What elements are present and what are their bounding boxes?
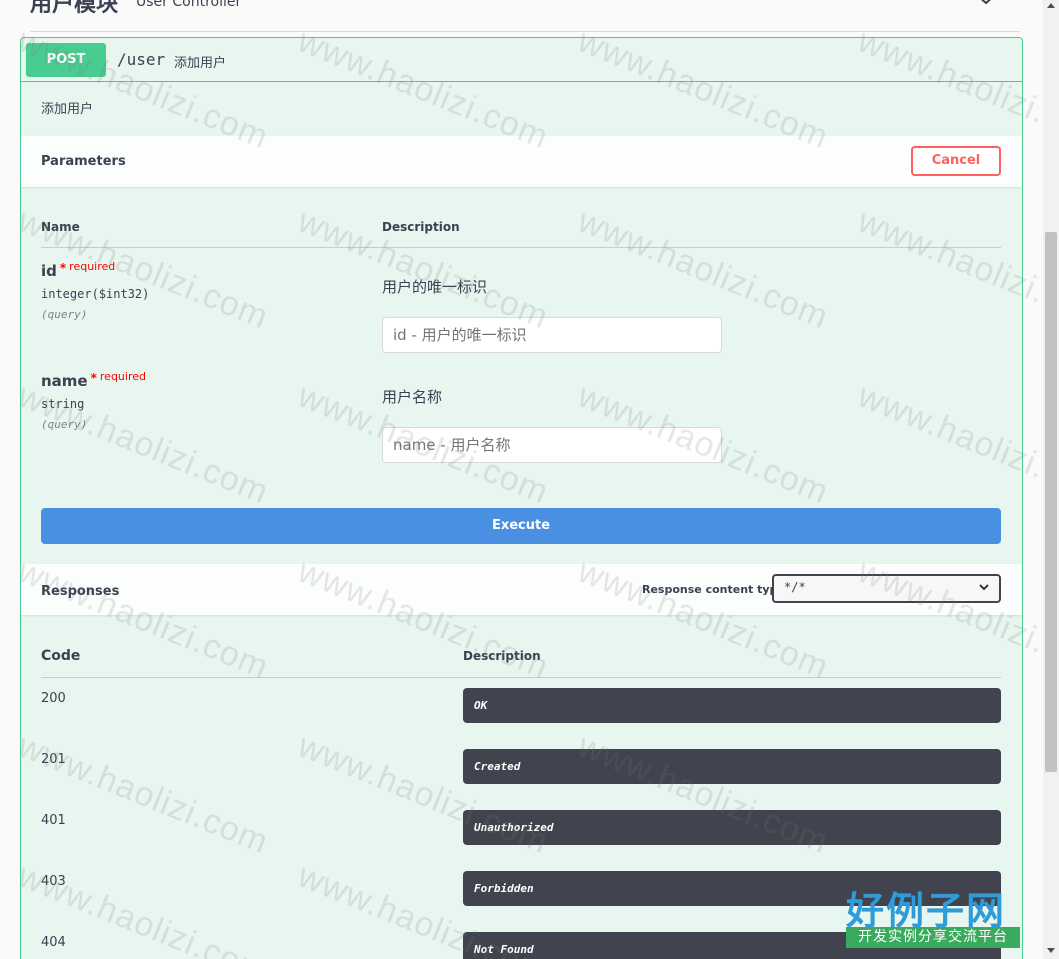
scroll-thumb[interactable] — [1045, 232, 1057, 772]
cancel-button[interactable]: Cancel — [911, 146, 1001, 176]
response-description: Created — [463, 749, 1001, 784]
site-logo: 好例子网 开发实例分享交流平台 — [846, 880, 1020, 950]
param-type-id: integer($int32) — [41, 287, 150, 301]
id-input[interactable] — [382, 317, 722, 353]
param-name-label: name — [41, 372, 88, 390]
response-code: 403 — [41, 874, 66, 889]
param-col-name: Name — [41, 220, 80, 234]
vertical-scrollbar[interactable] — [1043, 0, 1059, 959]
response-description: Unauthorized — [463, 810, 1001, 845]
operation-block-post-user: POST /user 添加用户 添加用户 Parameters Cancel N… — [20, 37, 1023, 959]
divider — [41, 677, 1001, 678]
required-star: * — [90, 371, 97, 385]
tag-title: 用户模块 — [30, 0, 119, 17]
response-code: 200 — [41, 691, 66, 706]
name-input[interactable] — [382, 427, 722, 463]
param-name-name: name * required — [41, 370, 146, 390]
param-description-name: 用户名称 — [382, 388, 443, 406]
method-badge: POST — [26, 43, 106, 77]
scroll-down-arrow-icon[interactable] — [1047, 948, 1055, 953]
chevron-down-icon — [979, 581, 989, 595]
responses-title: Responses — [41, 584, 120, 599]
response-description: OK — [463, 688, 1001, 723]
parameters-header: Parameters Cancel — [21, 136, 1022, 187]
param-in-id: (query) — [41, 308, 88, 321]
param-col-description: Description — [382, 220, 460, 234]
responses-header: Responses Response content type */* — [21, 564, 1022, 615]
response-content-type-select[interactable]: */* — [772, 574, 1001, 603]
logo-sub-text: 开发实例分享交流平台 — [846, 927, 1020, 948]
param-description-id: 用户的唯一标识 — [382, 278, 488, 296]
required-label: required — [69, 260, 116, 273]
response-content-type-label: Response content type — [642, 583, 785, 596]
required-label: required — [99, 370, 146, 383]
response-code: 404 — [41, 935, 66, 950]
param-name-label: id — [41, 262, 57, 280]
operation-description: 添加用户 — [41, 102, 94, 117]
swagger-page: 用户模块 User Controller POST /user 添加用户 添加用… — [0, 0, 1043, 959]
divider — [41, 247, 1001, 248]
parameters-title: Parameters — [41, 154, 126, 169]
operation-summary-text: 添加用户 — [174, 56, 227, 71]
tag-description: User Controller — [136, 0, 242, 10]
scroll-up-arrow-icon[interactable] — [1047, 3, 1055, 8]
tag-header[interactable]: 用户模块 User Controller — [30, 0, 1020, 32]
chevron-down-icon[interactable] — [976, 0, 996, 10]
response-content-type-value: */* — [784, 580, 806, 594]
execute-button[interactable]: Execute — [41, 508, 1001, 544]
param-in-name: (query) — [41, 418, 88, 431]
response-code: 201 — [41, 752, 66, 767]
operation-path: /user — [117, 50, 166, 69]
operation-summary[interactable]: POST /user 添加用户 — [21, 38, 1022, 82]
response-code: 401 — [41, 813, 66, 828]
response-col-code: Code — [41, 648, 81, 664]
param-type-name: string — [41, 397, 85, 411]
required-star: * — [59, 261, 67, 275]
param-name-id: id * required — [41, 260, 116, 280]
response-col-description: Description — [463, 649, 541, 663]
